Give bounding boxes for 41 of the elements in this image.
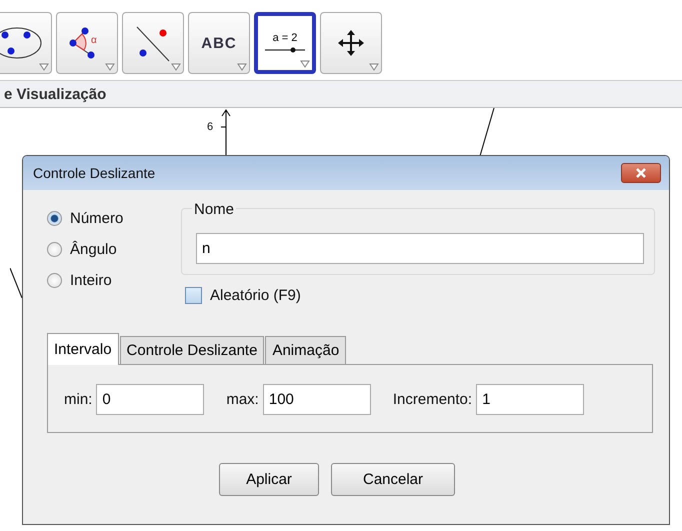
checkbox[interactable] <box>185 287 202 304</box>
input-field[interactable]: 0 <box>96 384 204 415</box>
axis-tick-label: 6 <box>207 121 214 133</box>
text-tool-button[interactable]: ABC <box>188 12 250 74</box>
tool-button[interactable]: α <box>56 12 118 74</box>
tool-button[interactable] <box>320 12 382 74</box>
graph-line <box>10 268 22 298</box>
field-label: max: <box>226 391 259 408</box>
y-axis-arrow <box>221 109 231 157</box>
dropdown-triangle-icon <box>105 63 115 71</box>
radio-button[interactable] <box>47 211 62 226</box>
dropdown-triangle-icon <box>237 63 247 71</box>
field-label: min: <box>64 391 92 408</box>
radio-button[interactable] <box>47 273 62 288</box>
dropdown-triangle-icon <box>300 60 310 68</box>
graph-line <box>479 108 495 156</box>
name-field[interactable]: n <box>196 233 644 264</box>
dialog-title: Controle Deslizante <box>33 165 156 181</box>
move-arrows-icon <box>337 29 365 57</box>
dropdown-triangle-icon <box>369 63 379 71</box>
slider-icon <box>263 46 307 54</box>
dropdown-triangle-icon <box>171 63 181 71</box>
checkbox-option[interactable]: Aleatório (F9) <box>185 287 655 304</box>
radio-button[interactable] <box>47 242 62 257</box>
close-icon <box>634 168 648 178</box>
tool-button[interactable] <box>0 12 52 74</box>
close-button[interactable] <box>621 163 661 183</box>
apply-button[interactable]: Aplicar <box>219 463 319 496</box>
slider-tool-button[interactable]: a = 2 <box>254 12 316 74</box>
cancel-button[interactable]: Cancelar <box>331 463 455 496</box>
input-field[interactable]: 100 <box>262 384 371 415</box>
radio-option[interactable]: Ângulo <box>47 241 181 258</box>
field-label: Incremento: <box>392 391 472 408</box>
tab[interactable]: Intervalo <box>47 333 119 365</box>
input-field[interactable]: 1 <box>476 384 584 415</box>
tab[interactable]: Animação <box>265 336 346 364</box>
radio-option[interactable]: Número <box>47 210 181 227</box>
view-title: e Visualização <box>3 86 106 102</box>
tab[interactable]: Controle Deslizante <box>120 336 264 364</box>
dropdown-triangle-icon <box>39 63 49 71</box>
radio-option[interactable]: Inteiro <box>47 272 181 289</box>
